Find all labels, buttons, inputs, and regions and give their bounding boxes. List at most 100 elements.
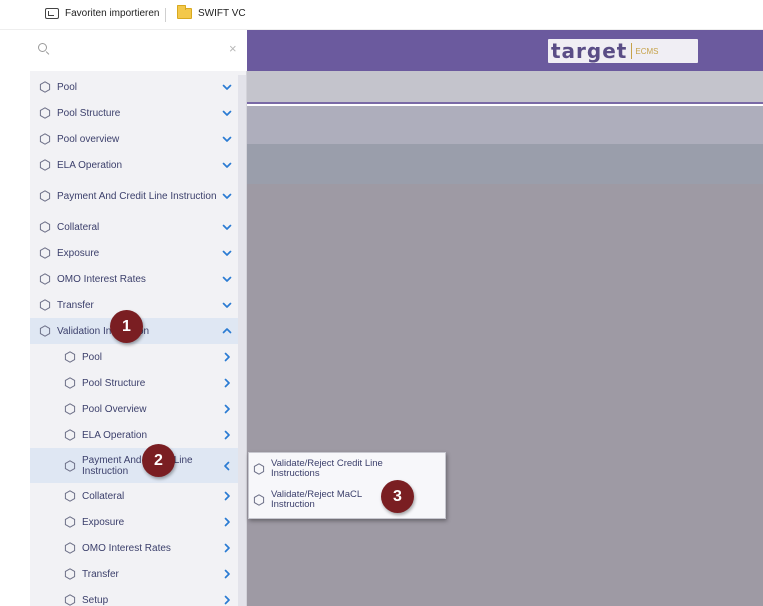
sidebar-item-label: Pool (57, 81, 78, 93)
sidebar-item-label: Transfer (57, 299, 94, 311)
menu-node-icon (39, 325, 51, 337)
chevron-up-icon[interactable] (222, 326, 232, 336)
chevron-down-icon[interactable] (222, 160, 232, 170)
sidebar-item[interactable]: Pool overview (30, 126, 238, 152)
submenu-flyout: Validate/Reject Credit Line Instructions… (248, 452, 446, 519)
chevron-down-icon[interactable] (222, 82, 232, 92)
chevron-down-icon[interactable] (222, 274, 232, 284)
sidebar-subitem[interactable]: Setup (30, 587, 238, 606)
menu-node-icon (39, 159, 51, 171)
folder-icon (177, 5, 192, 19)
main-content-overlay (247, 184, 763, 606)
sidebar-subitem-label: Pool Overview (82, 403, 147, 415)
menu-search[interactable]: × (30, 30, 247, 71)
sidebar-subitem[interactable]: Exposure (30, 509, 238, 535)
menu-node-icon (64, 377, 76, 389)
menu-node-icon (39, 133, 51, 145)
chevron-right-icon[interactable] (222, 352, 232, 362)
chevron-down-icon[interactable] (222, 191, 232, 201)
sidebar-subitem[interactable]: Collateral (30, 483, 238, 509)
search-icon (38, 43, 47, 52)
sidebar-subitem[interactable]: Payment And Credit Line Instruction (30, 448, 238, 483)
chevron-right-icon[interactable] (222, 517, 232, 527)
chevron-left-icon[interactable] (222, 461, 232, 471)
menu-node-icon (64, 429, 76, 441)
menu-node-icon (39, 299, 51, 311)
favorites-divider (165, 8, 166, 22)
callout-badge-1: 1 (110, 310, 143, 343)
chevron-right-icon[interactable] (222, 543, 232, 553)
menu-node-icon (39, 221, 51, 233)
chevron-right-icon[interactable] (222, 595, 232, 605)
sidebar-subitem[interactable]: Pool Overview (30, 396, 238, 422)
logo-text: target (551, 39, 628, 63)
sidebar-scrollbar[interactable] (238, 75, 246, 606)
menu-node-icon (39, 247, 51, 259)
menu-node-icon (39, 273, 51, 285)
chevron-right-icon[interactable] (222, 491, 232, 501)
target-logo: target ECMS (548, 39, 698, 63)
sidebar-subitem[interactable]: ELA Operation (30, 422, 238, 448)
menu-node-icon (64, 403, 76, 415)
sidebar-subitem-label: Setup (82, 594, 109, 606)
chevron-right-icon[interactable] (222, 569, 232, 579)
menu-node-icon (253, 463, 265, 475)
sidebar-subitem-label: Collateral (82, 490, 125, 502)
chevron-down-icon[interactable] (222, 222, 232, 232)
menu-node-icon (39, 81, 51, 93)
app-header: target ECMS (247, 30, 763, 71)
sidebar-item[interactable]: OMO Interest Rates (30, 266, 238, 292)
logo-ecms: ECMS (635, 46, 659, 56)
sidebar-item-label: ELA Operation (57, 159, 123, 171)
sidebar-subitem[interactable]: Transfer (30, 561, 238, 587)
menu-node-icon (64, 542, 76, 554)
clear-search-icon[interactable]: × (229, 41, 237, 56)
menu-node-icon (64, 516, 76, 528)
sidebar-item[interactable]: Pool Structure (30, 100, 238, 126)
menu-node-icon (64, 459, 76, 472)
chevron-right-icon[interactable] (222, 378, 232, 388)
sidebar-item[interactable]: Collateral (30, 214, 238, 240)
chevron-right-icon[interactable] (222, 404, 232, 414)
favorites-folder-swift[interactable]: SWIFT VC (177, 5, 246, 19)
menu-node-icon (253, 494, 265, 506)
sidebar-subitem[interactable]: Pool Structure (30, 370, 238, 396)
chevron-down-icon[interactable] (222, 108, 232, 118)
sidebar-subitem-label: ELA Operation (82, 429, 148, 441)
sidebar-item[interactable]: Pool (30, 74, 238, 100)
callout-badge-3: 3 (381, 480, 414, 513)
logo-divider (631, 43, 633, 59)
flyout-item[interactable]: Validate/Reject Credit Line Instructions (253, 459, 443, 479)
chevron-down-icon[interactable] (222, 300, 232, 310)
sidebar-item[interactable]: Exposure (30, 240, 238, 266)
favorites-import-link[interactable]: Favoriten importieren (45, 8, 159, 19)
sidebar-subitem-label: Pool Structure (82, 377, 146, 389)
flyout-item-label: Validate/Reject Credit Line Instructions (271, 458, 383, 479)
sidebar-subitem-label: Transfer (82, 568, 119, 580)
menu-node-icon (39, 190, 51, 202)
sidebar-item[interactable]: Payment And Credit Line Instruction (30, 178, 238, 214)
sidebar-item-label: OMO Interest Rates (57, 273, 146, 285)
menu-node-icon (64, 351, 76, 363)
toolbar-band (247, 144, 763, 184)
menu-node-icon (64, 490, 76, 502)
flyout-item[interactable]: Validate/Reject MaCL Instruction (253, 490, 443, 510)
chevron-down-icon[interactable] (222, 134, 232, 144)
sidebar-item-label: Exposure (57, 247, 100, 259)
sidebar-subitem-label: Payment And Credit Line Instruction (82, 454, 193, 477)
sidebar-item-label: Pool Structure (57, 107, 121, 119)
sidebar-item-label: Pool overview (57, 133, 120, 145)
chevron-right-icon[interactable] (222, 430, 232, 440)
menu-node-icon (64, 594, 76, 606)
sidebar-subitem-label: Exposure (82, 516, 125, 528)
sidebar-subitem-label: Pool (82, 351, 103, 363)
chevron-down-icon[interactable] (222, 248, 232, 258)
sidebar-subitem[interactable]: Pool (30, 344, 238, 370)
nav-band (247, 71, 763, 104)
sidebar-subitem-label: OMO Interest Rates (82, 542, 171, 554)
sidebar-subitem[interactable]: OMO Interest Rates (30, 535, 238, 561)
favorites-import-label: Favoriten importieren (65, 8, 160, 19)
sidebar-item-label: Payment And Credit Line Instruction (57, 190, 217, 202)
sidebar-item[interactable]: ELA Operation (30, 152, 238, 178)
sidebar-item-label: Collateral (57, 221, 100, 233)
